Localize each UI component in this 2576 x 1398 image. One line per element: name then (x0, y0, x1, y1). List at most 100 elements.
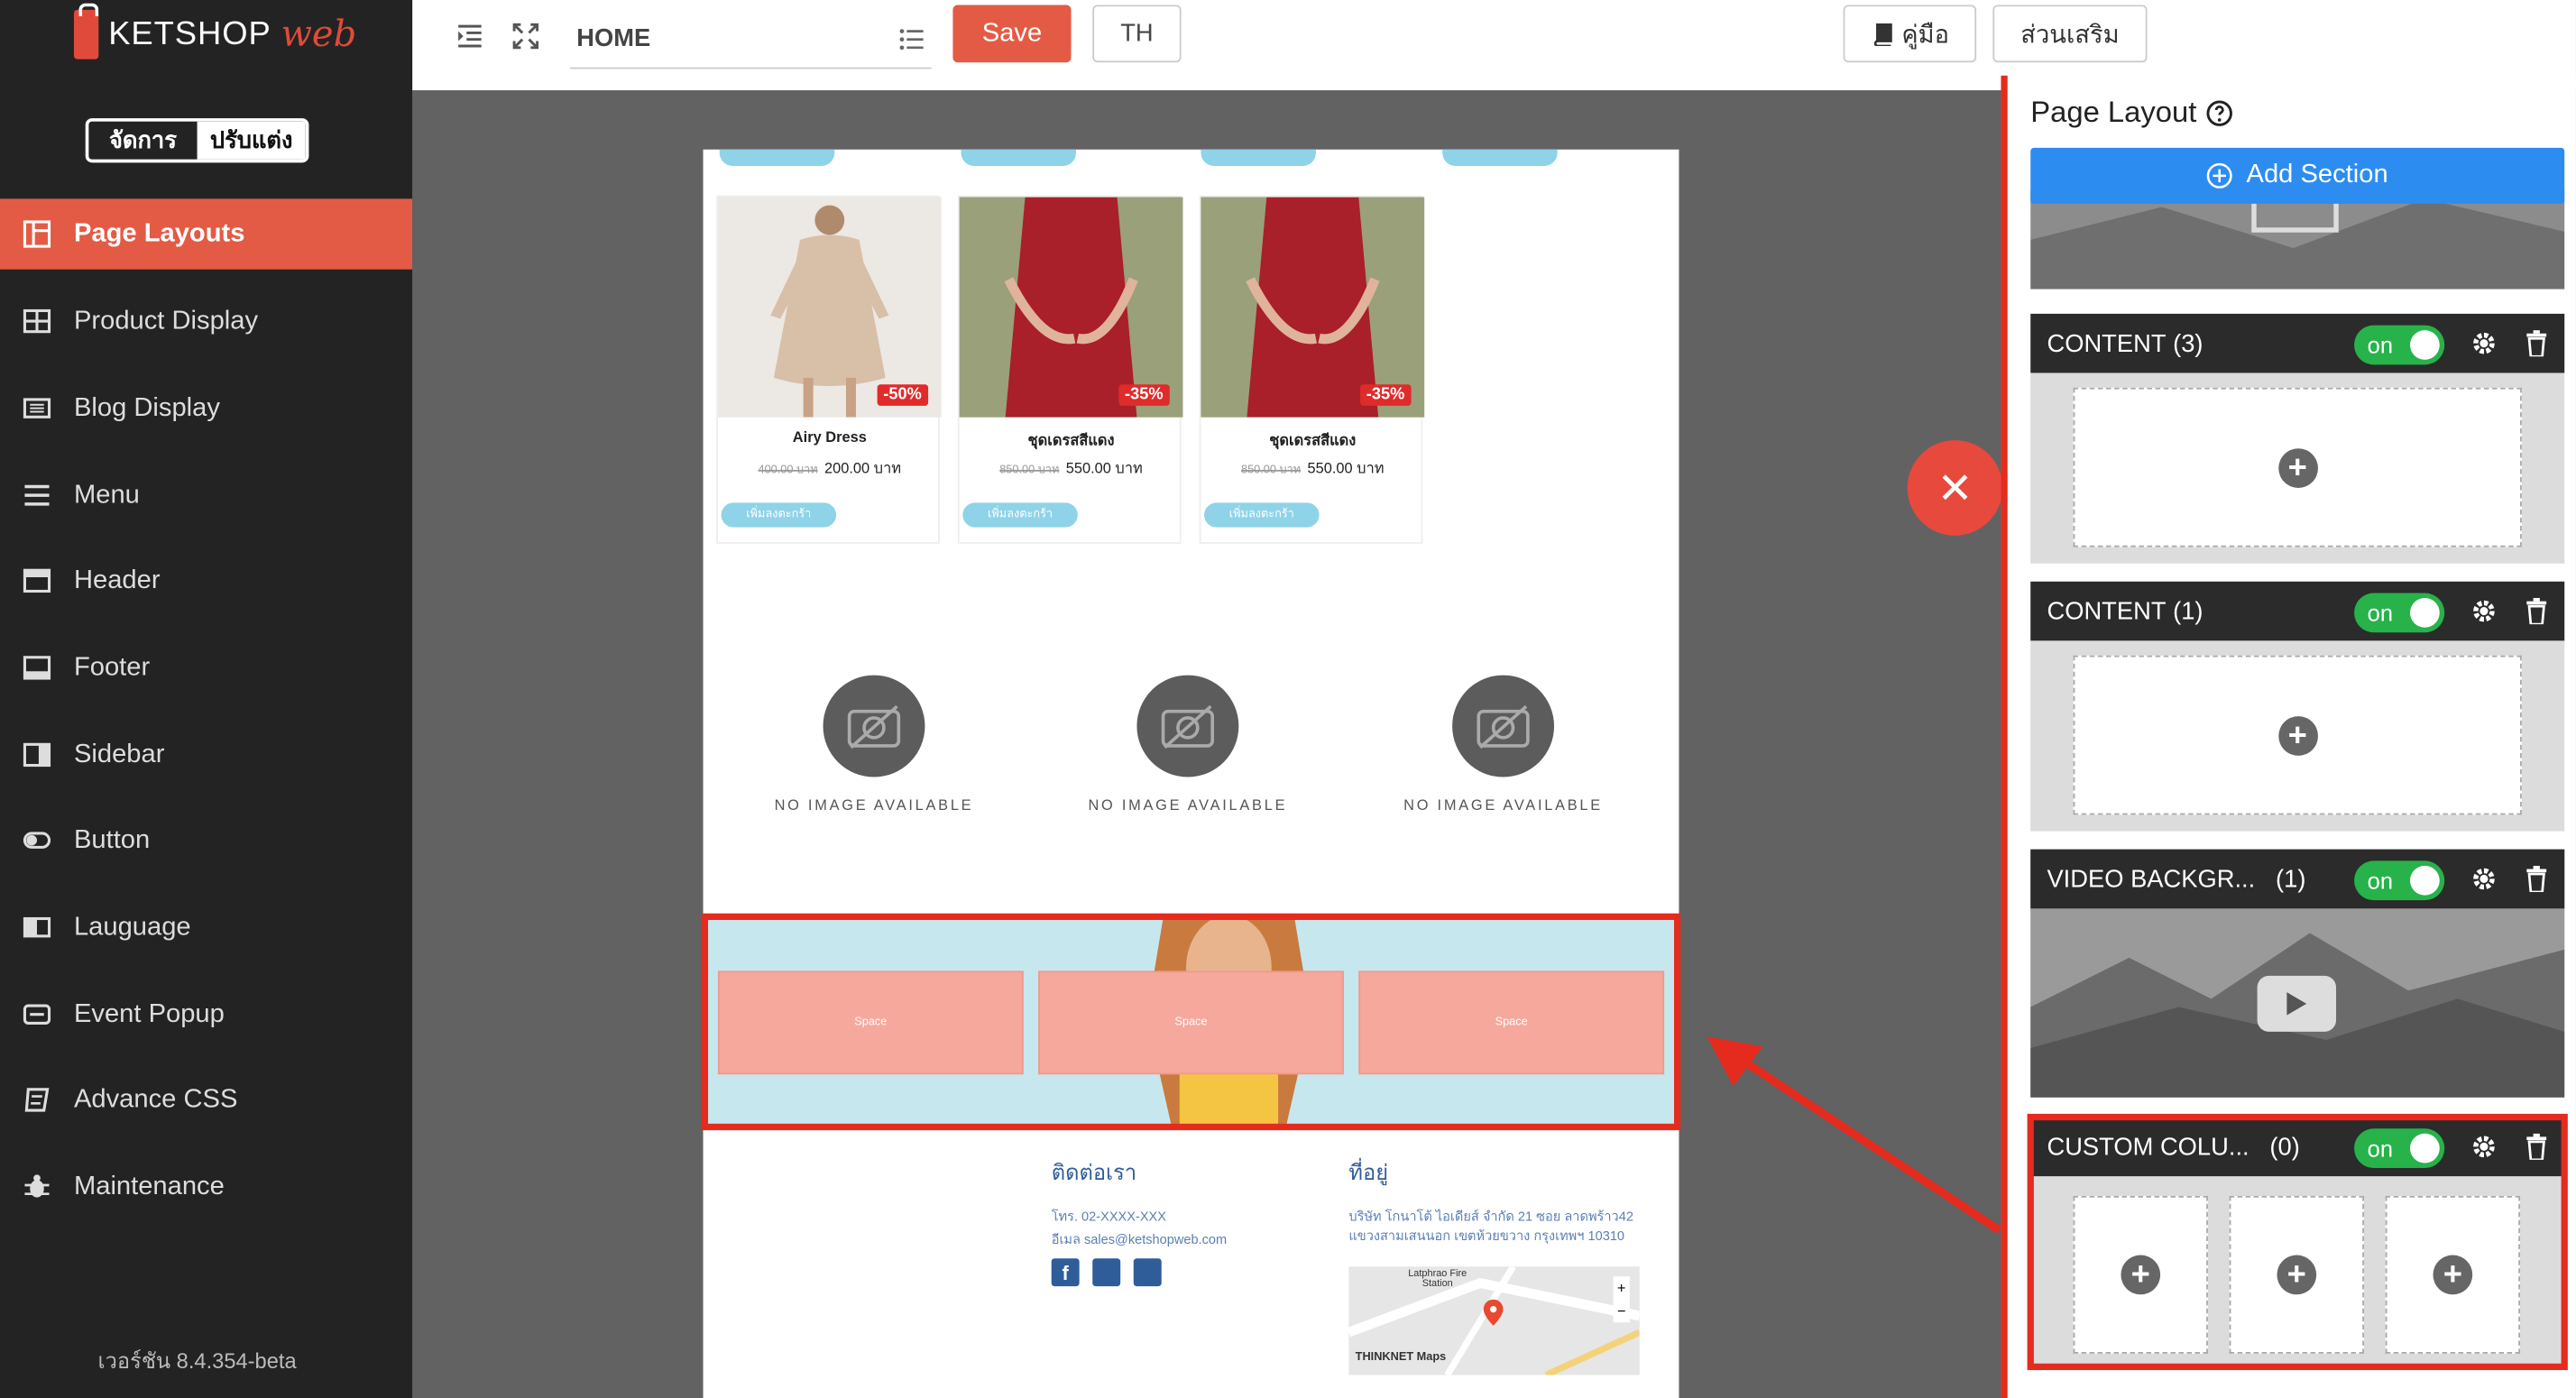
sidebar-item-sidebar[interactable]: Sidebar (0, 720, 412, 790)
sidebar-item-header[interactable]: Header (0, 546, 412, 616)
list-icon (23, 398, 51, 418)
page-layout-panel: Page Layout Add Section CONTENT (3) on +… (2001, 75, 2576, 1398)
map-zoom-controls[interactable]: + − (1613, 1276, 1630, 1323)
brand-logo[interactable]: KETSHOP web (73, 3, 357, 60)
map-widget[interactable]: Latphrao Fire Station THINKNET Maps + − (1348, 1266, 1640, 1375)
header-icon (23, 568, 51, 593)
sidebar-item-page-layouts[interactable]: Page Layouts (0, 198, 413, 270)
section-toggle[interactable]: on (2354, 325, 2445, 365)
map-pin-icon (1483, 1299, 1504, 1326)
gear-icon[interactable] (2470, 330, 2497, 356)
add-to-cart-button[interactable] (961, 149, 1077, 166)
sidebar-icon (23, 742, 51, 768)
sidebar-item-advance-css[interactable]: Advance CSS (0, 1064, 412, 1135)
sidebar-item-maintenance[interactable]: Maintenance (0, 1152, 412, 1222)
toggle-label: on (2367, 867, 2394, 894)
highlight-box (701, 913, 1681, 1131)
add-to-cart-button[interactable]: เพิ่มลงตะกร้า (1204, 502, 1320, 528)
gear-icon[interactable] (2470, 598, 2497, 624)
old-price: 400.00 บาท (758, 464, 818, 477)
section-card[interactable]: VIDEO BACKGR... (1) on (2030, 849, 2565, 1098)
sidebar-item-language[interactable]: Lauguage (0, 892, 412, 962)
play-icon[interactable] (2257, 975, 2337, 1032)
sidebar-item-event-popup[interactable]: Event Popup (0, 980, 412, 1050)
address-line-2: แขวงสามเสนนอก เขตห้วยขวาง กรุงเทพฯ 10310 (1348, 1228, 1625, 1244)
old-price: 850.00 บาท (1240, 464, 1302, 477)
section-toggle[interactable]: on (2354, 860, 2445, 901)
section-toggle[interactable]: on (2354, 593, 2445, 633)
version-label: เวอร์ชัน 8.4.354-beta (97, 1348, 297, 1374)
brand-suffix: web (281, 14, 357, 56)
camera-off-icon (1452, 675, 1555, 777)
mode-customize[interactable]: ปรับแต่ง (197, 121, 306, 160)
cart-label: เพิ่มลงตะกร้า (988, 509, 1053, 521)
current-page: HOME (576, 23, 651, 52)
page-selector[interactable]: HOME (570, 8, 932, 69)
sidebar-item-label: Blog Display (73, 393, 220, 422)
shopping-bag-icon (73, 3, 99, 60)
product-card[interactable]: -35% ชุดเดรสสีแดง 850.00 บาท 550.00 บาท เ… (957, 195, 1183, 544)
youtube-icon[interactable] (1133, 1258, 1162, 1287)
twitter-icon[interactable] (1092, 1258, 1121, 1287)
product-price: 850.00 บาท 550.00 บาท (960, 456, 1183, 479)
manual-button[interactable]: คู่มือ (1843, 5, 1977, 63)
content-slot[interactable]: + (2073, 655, 2522, 815)
sidebar-item-button[interactable]: Button (0, 805, 412, 875)
panel-title-text: Page Layout (2030, 95, 2197, 129)
add-to-cart-button[interactable]: เพิ่มลงตะกร้า (962, 502, 1078, 528)
new-price: 550.00 บาท (1307, 459, 1385, 477)
image-section-preview[interactable] (2030, 190, 2565, 290)
close-panel-button[interactable]: ✕ (1907, 440, 2003, 536)
add-to-cart-button[interactable] (1442, 149, 1558, 166)
product-name: Airy Dress (792, 428, 867, 446)
trash-icon[interactable] (2525, 330, 2547, 357)
discount-badge: -35% (1118, 384, 1170, 406)
content-slot[interactable]: + (2073, 387, 2522, 547)
section-card[interactable]: CONTENT (1) on + (2030, 581, 2565, 832)
section-card[interactable]: CONTENT (3) on + (2030, 313, 2565, 564)
indent-icon[interactable] (452, 18, 488, 54)
preview-canvas: -50% Airy Dress 400.00 บาท 200.00 บาท เพิ… (412, 90, 2001, 1398)
save-button[interactable]: Save (952, 5, 1072, 63)
contact-title: ติดต่อเรา (1051, 1159, 1137, 1185)
sidebar-item-menu[interactable]: Menu (0, 460, 412, 530)
popup-icon (23, 1004, 51, 1025)
gear-icon[interactable] (2470, 866, 2497, 892)
sidebar-item-product-display[interactable]: Product Display (0, 286, 412, 356)
no-image-label: NO IMAGE AVAILABLE (1088, 796, 1288, 814)
trash-icon[interactable] (2525, 865, 2547, 893)
add-to-cart-button[interactable] (1201, 149, 1316, 166)
add-section-button[interactable]: Add Section (2030, 147, 2565, 204)
trash-icon[interactable] (2525, 597, 2547, 625)
cart-label: เพิ่มลงตะกร้า (1228, 509, 1294, 521)
facebook-icon[interactable]: f (1051, 1258, 1080, 1287)
add-to-cart-button[interactable]: เพิ่มลงตะกร้า (721, 502, 837, 528)
add-to-cart-button[interactable] (719, 149, 835, 166)
fullscreen-icon[interactable] (508, 18, 544, 54)
toggle-knob (2409, 330, 2440, 360)
add-section-label: Add Section (2246, 161, 2388, 189)
plus-icon: + (2277, 447, 2318, 488)
language-button[interactable]: TH (1092, 5, 1182, 63)
help-icon[interactable] (2206, 99, 2233, 125)
product-card[interactable]: -35% ชุดเดรสสีแดง 850.00 บาท 550.00 บาท เ… (1199, 195, 1425, 544)
footer-icon (23, 656, 51, 680)
sidebar-item-label: Sidebar (73, 740, 165, 768)
mode-manage[interactable]: จัดการ (88, 121, 198, 160)
highlight-box (2027, 1113, 2568, 1371)
mode-toggle: จัดการ ปรับแต่ง (85, 118, 309, 163)
discount-badge: -50% (876, 384, 929, 406)
product-card[interactable]: -50% Airy Dress 400.00 บาท 200.00 บาท เพิ… (716, 195, 942, 544)
sidebar-item-blog-display[interactable]: Blog Display (0, 372, 412, 443)
addons-button[interactable]: ส่วนเสริม (1992, 5, 2148, 63)
plus-circle-icon (2207, 162, 2233, 189)
contact-email: อีเมล sales@ketshopweb.com (1051, 1232, 1228, 1247)
no-image-label: NO IMAGE AVAILABLE (1403, 796, 1603, 814)
section-count: (1) (2173, 597, 2203, 626)
sidebar-item-footer[interactable]: Footer (0, 632, 412, 703)
sidebar-item-label: Product Display (73, 306, 259, 335)
brand-name: KETSHOP (108, 15, 271, 52)
old-price: 850.00 บาท (999, 464, 1060, 477)
css-icon (24, 1088, 50, 1112)
layout-icon (23, 220, 51, 248)
